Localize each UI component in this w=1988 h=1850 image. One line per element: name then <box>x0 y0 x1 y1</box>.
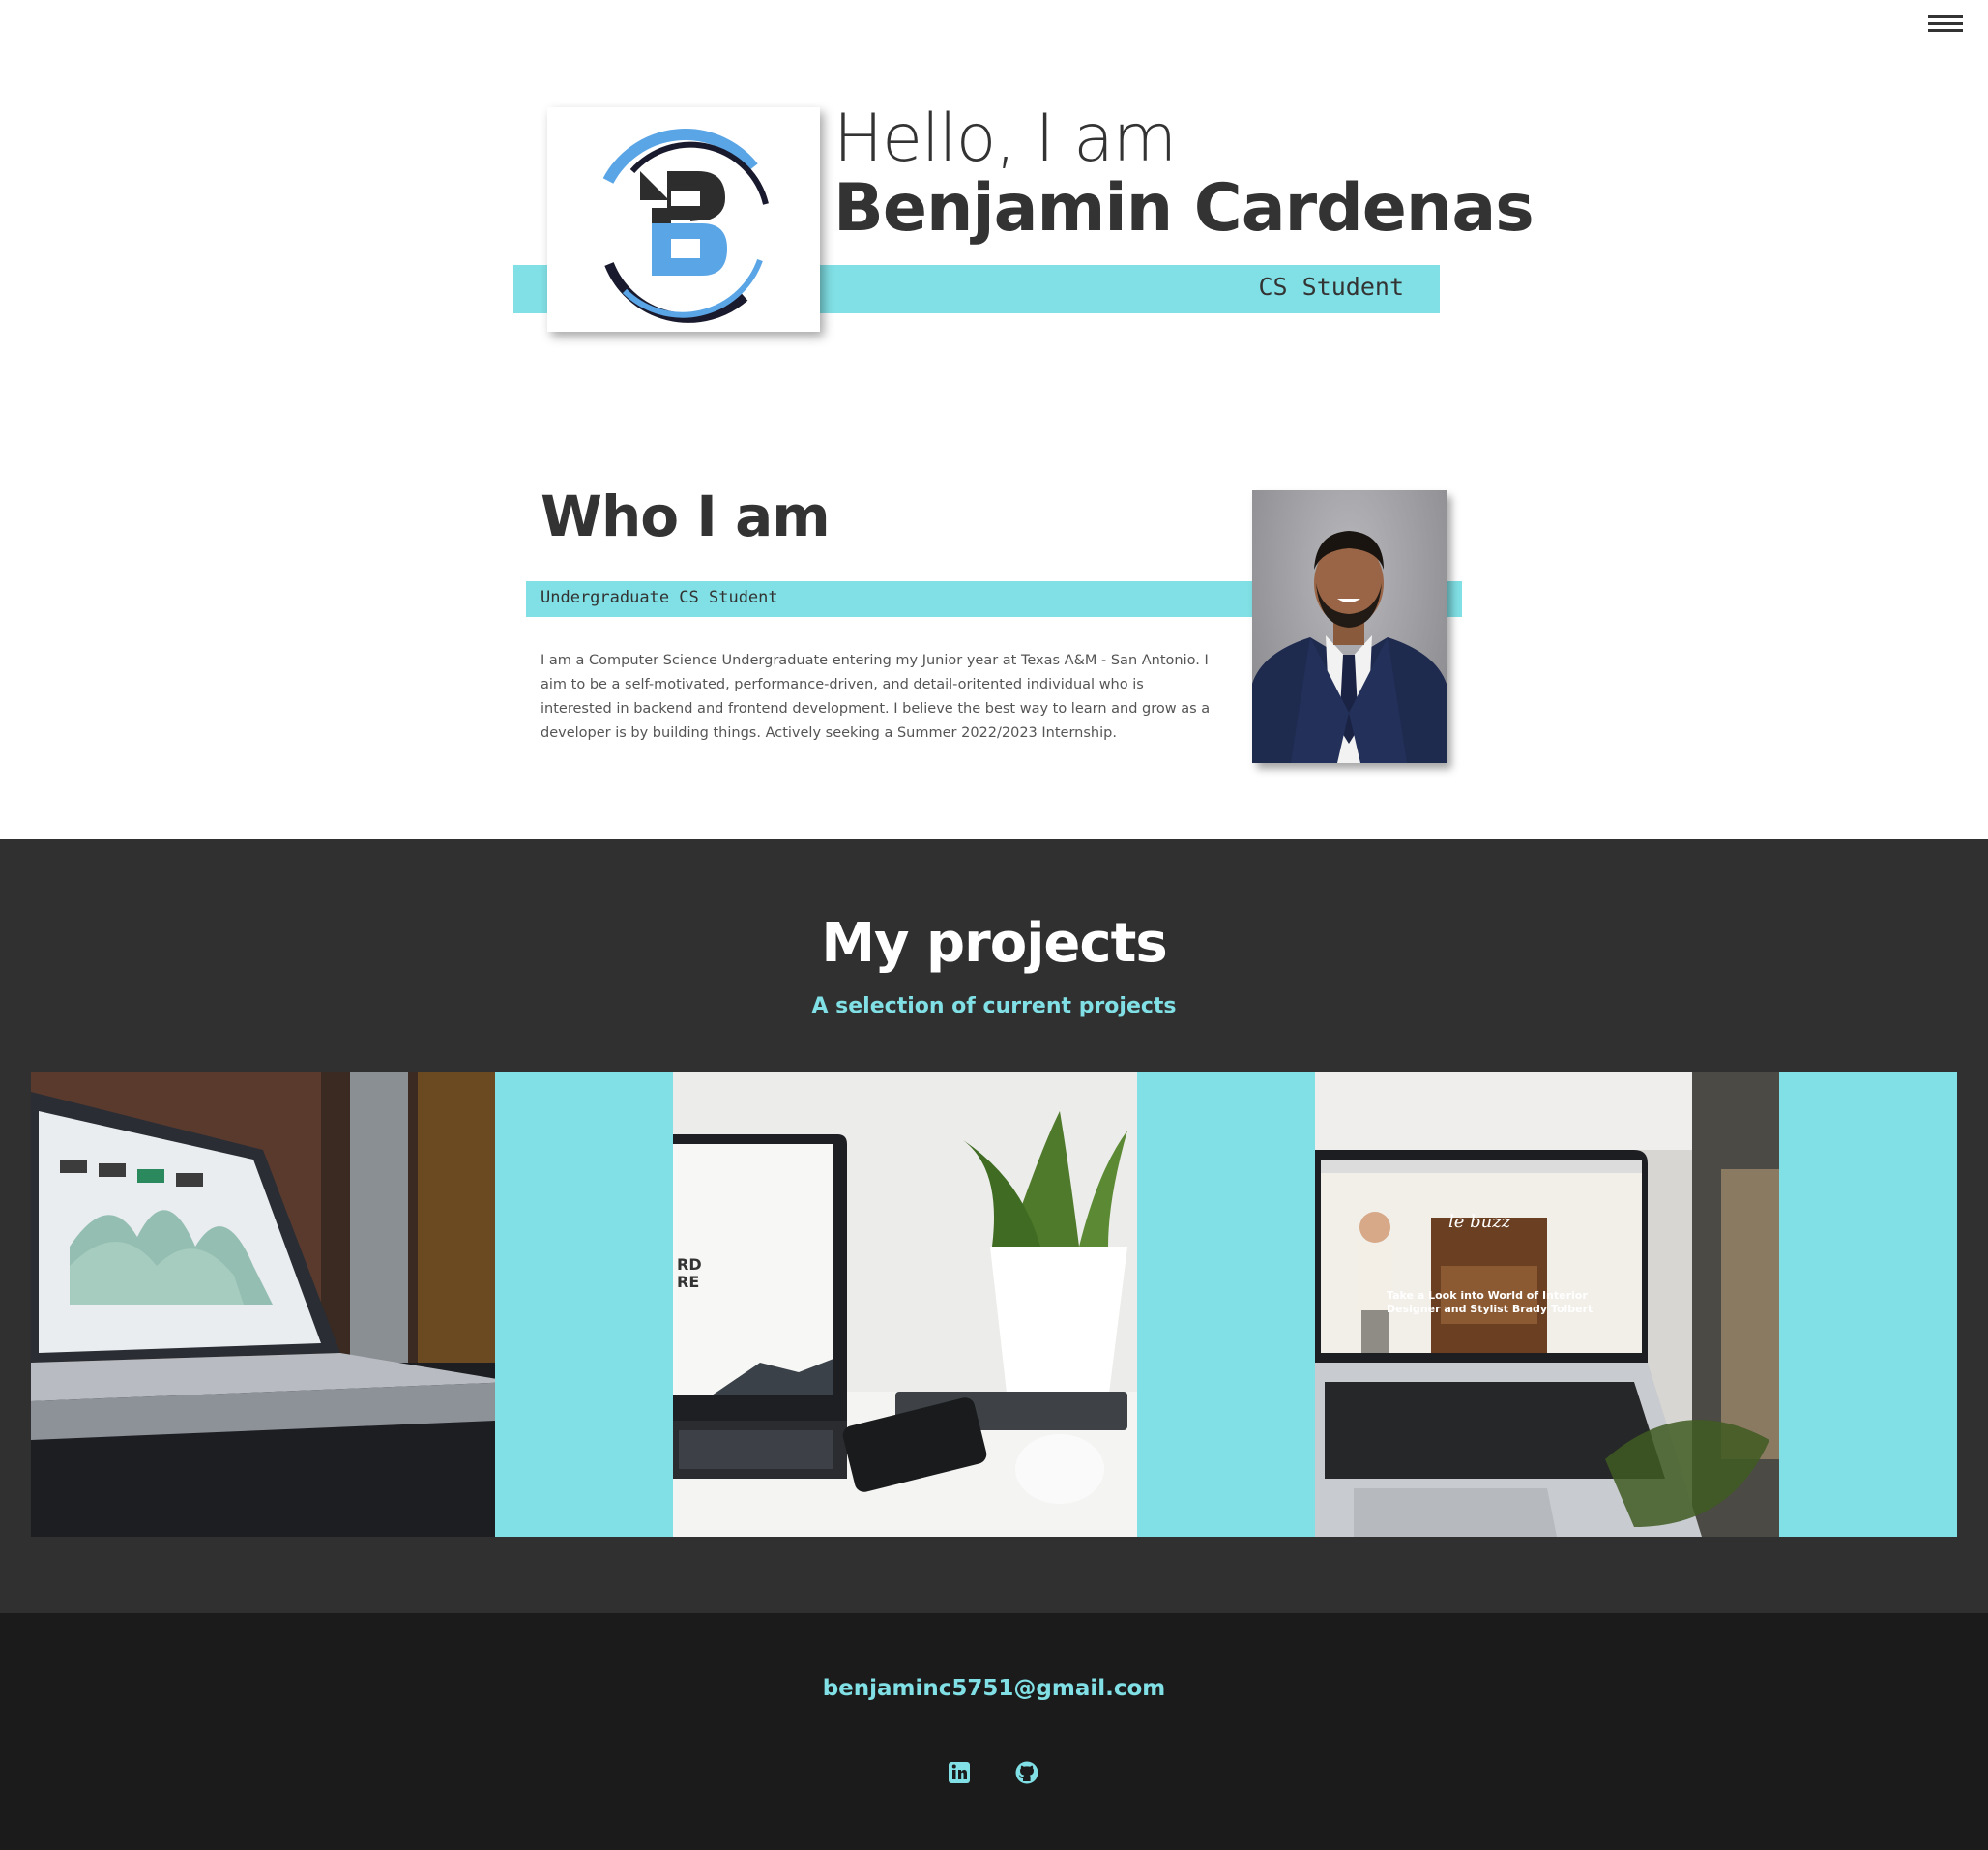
hamburger-bar <box>1928 29 1963 32</box>
linkedin-icon[interactable] <box>947 1760 972 1785</box>
hero-role: CS Student <box>1258 273 1404 301</box>
footer <box>0 1613 1988 1850</box>
svg-text:RE: RE <box>677 1273 699 1291</box>
svg-text:Designer and Stylist Brady Tol: Designer and Stylist Brady Tolbert <box>1387 1303 1593 1315</box>
hero-greeting: Hello, I am <box>833 101 1177 177</box>
hamburger-menu-icon[interactable] <box>1928 15 1963 33</box>
project-image-workspace[interactable]: RD RE <box>673 1072 1137 1537</box>
footer-email-link[interactable]: benjaminc5751@gmail.com <box>0 1678 1988 1700</box>
github-icon[interactable] <box>1014 1760 1039 1785</box>
projects-title: My projects <box>821 912 1167 975</box>
hamburger-bar <box>1928 15 1963 18</box>
about-body: I am a Computer Science Undergraduate en… <box>541 653 1211 741</box>
projects-subtitle: A selection of current projects <box>811 994 1177 1018</box>
svg-text:le buzz: le buzz <box>1448 1212 1511 1232</box>
project-image-analytics[interactable] <box>31 1072 495 1537</box>
about-subtitle: Undergraduate CS Student <box>541 588 778 607</box>
svg-text:Take a Look into World of Inte: Take a Look into World of Interior <box>1387 1289 1588 1302</box>
hero-name: Benjamin Cardenas <box>833 170 1535 247</box>
svg-text:RD: RD <box>677 1255 702 1274</box>
profile-photo <box>1252 490 1447 763</box>
logo-card <box>547 107 820 332</box>
hamburger-bar <box>1928 22 1963 25</box>
project-image-website[interactable]: le buzz Take a Look into World of Interi… <box>1315 1072 1779 1537</box>
about-title: Who I am <box>541 484 831 549</box>
logo-icon <box>602 129 769 323</box>
